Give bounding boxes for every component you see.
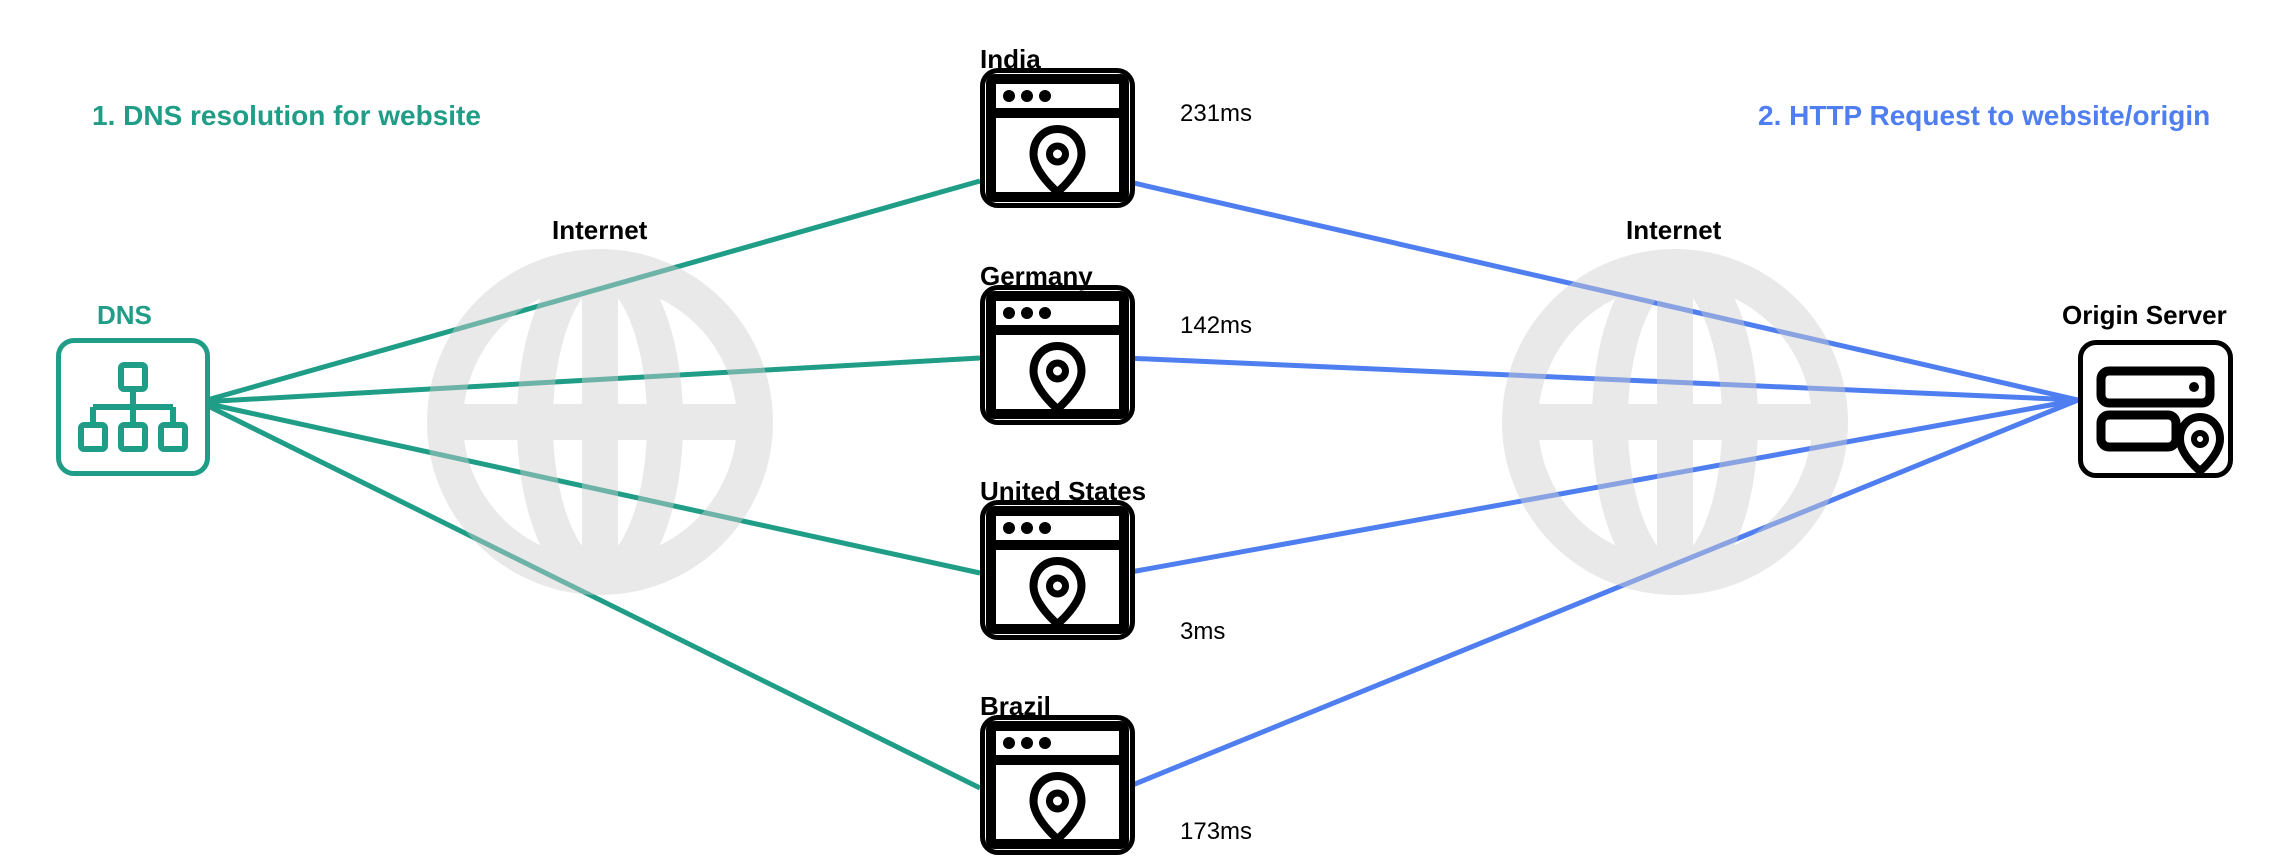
browser-country-label: Brazil	[980, 691, 1051, 722]
internet-left-label: Internet	[552, 215, 647, 246]
browser-country-label: Germany	[980, 261, 1093, 292]
dns-node	[56, 338, 210, 476]
browser-country-label: United States	[980, 476, 1146, 507]
globe-left-icon	[425, 247, 775, 597]
browser-country-label: India	[980, 44, 1041, 75]
latency-label: 231ms	[1180, 100, 1252, 128]
origin-label: Origin Server	[2062, 300, 2227, 331]
browser-node	[980, 68, 1135, 208]
latency-label: 3ms	[1180, 618, 1225, 646]
internet-right-label: Internet	[1626, 215, 1721, 246]
origin-node	[2078, 340, 2233, 478]
step-1-label: 1. DNS resolution for website	[92, 100, 481, 132]
browser-node	[980, 715, 1135, 855]
step-2-label: 2. HTTP Request to website/origin	[1758, 100, 2210, 132]
browser-node	[980, 285, 1135, 425]
diagram-stage: 1. DNS resolution for website 2. HTTP Re…	[0, 0, 2275, 856]
dns-label: DNS	[97, 300, 152, 331]
globe-right-icon	[1500, 247, 1850, 597]
latency-label: 142ms	[1180, 312, 1252, 340]
latency-label: 173ms	[1180, 818, 1252, 846]
browser-node	[980, 500, 1135, 640]
